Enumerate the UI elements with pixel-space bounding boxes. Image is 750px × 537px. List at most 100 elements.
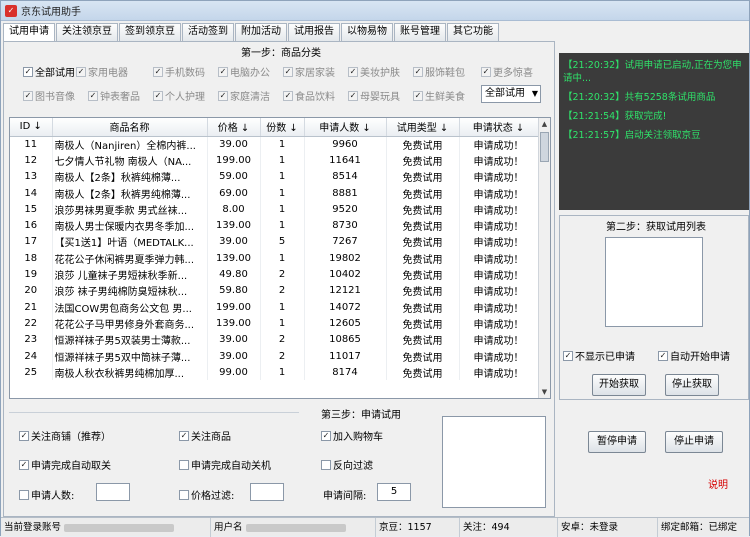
cell-status: 申请成功！ xyxy=(459,315,539,332)
window-title: 京东试用助手 xyxy=(21,7,81,18)
category-baby[interactable]: ✓ 母婴玩具 xyxy=(348,88,400,103)
auto-unfollow-checkbox[interactable]: ✓ 申请完成自动取关 xyxy=(19,457,111,472)
status-bar: 当前登录账号 用户名 京豆：1157 关注：494 安卓：未登录 绑定邮箱：已绑… xyxy=(1,517,749,537)
cell-id: 11 xyxy=(10,136,53,153)
tab-signin-beans[interactable]: 签到领京豆 xyxy=(119,23,181,41)
table-row[interactable]: 18 花花公子休闲裤男夏季弹力韩... 139.00 1 19802 免费试用 申请成功！ xyxy=(10,250,539,267)
table-row[interactable]: 20 浪莎 袜子男纯棉防臭短袜秋... 59.80 2 12121 免费试用 申请成功！ xyxy=(10,282,539,299)
category-appliance[interactable]: ✓ 家用电器 xyxy=(76,64,128,79)
tab-extra-activity[interactable]: 附加活动 xyxy=(235,23,287,41)
cell-name: 花花公子休闲裤男夏季弹力韩... xyxy=(52,250,208,267)
cell-id: 15 xyxy=(10,201,53,218)
app-window: ✓ 京东试用助手 试用申请 关注领京豆 签到领京豆 活动签到 附加活动 试用报告… xyxy=(0,0,750,537)
col-applicants[interactable]: 申请人数 ↓ xyxy=(304,118,387,137)
cell-status: 申请成功！ xyxy=(459,347,539,365)
category-select-value: 全部试用 xyxy=(485,88,525,99)
category-select[interactable]: 全部试用 ▼ xyxy=(481,85,541,103)
category-fresh[interactable]: ✓ 生鲜美食 xyxy=(413,88,465,103)
interval-input[interactable]: 5 xyxy=(377,483,411,501)
category-clothing[interactable]: ✓ 服饰鞋包 xyxy=(413,64,465,79)
tab-account[interactable]: 账号管理 xyxy=(394,23,446,41)
table-row[interactable]: 23 恒源祥袜子男5双装男士薄款... 39.00 2 10865 免费试用 申请成功！ xyxy=(10,331,539,348)
auto-shutdown-checkbox[interactable]: 申请完成自动关机 xyxy=(179,457,271,472)
category-personal-care[interactable]: ✓ 个人护理 xyxy=(153,88,205,103)
category-watches[interactable]: ✓ 钟表奢品 xyxy=(88,88,140,103)
auto-apply-checkbox[interactable]: ✓ 自动开始申请 xyxy=(658,348,730,363)
category-cleaning[interactable]: ✓ 家庭清洁 xyxy=(218,88,270,103)
cell-price: 139.00 xyxy=(207,250,261,267)
category-food[interactable]: ✓ 食品饮料 xyxy=(283,88,335,103)
step3-title: 第三步：申请试用 xyxy=(321,410,401,421)
cell-id: 24 xyxy=(10,347,53,365)
stop-apply-button[interactable]: 停止申请 xyxy=(665,431,723,453)
table-row[interactable]: 11 南极人（Nanjiren）全棉内裤... 39.00 1 9960 免费试用 申请成功… xyxy=(10,136,539,153)
col-id[interactable]: ID ↓ xyxy=(10,118,53,137)
reverse-filter-checkbox[interactable]: 反向过滤 xyxy=(321,457,373,472)
start-fetch-button[interactable]: 开始获取 xyxy=(592,374,646,396)
follow-product-checkbox[interactable]: ✓ 关注商品 xyxy=(179,428,231,443)
table-row[interactable]: 12 七夕情人节礼物 南极人（NA... 199.00 1 11641 免费试用 申请成功！ xyxy=(10,152,539,169)
category-home[interactable]: ✓ 家居家装 xyxy=(283,64,335,79)
log-line: 【21:21:57】启动关注领取京豆 xyxy=(563,130,701,141)
scroll-down-icon[interactable]: ▼ xyxy=(539,386,550,398)
cell-price: 59.00 xyxy=(207,168,261,185)
table-row[interactable]: 25 南极人秋衣秋裤男纯棉加厚... 99.00 1 8174 免费试用 申请成功！ xyxy=(10,364,539,381)
category-more[interactable]: ✓ 更多惊喜 xyxy=(481,64,533,79)
stop-fetch-button[interactable]: 停止获取 xyxy=(665,374,719,396)
table-row[interactable]: 15 浪莎男袜男夏季款 男式丝袜... 8.00 1 9520 免费试用 申请成功！ xyxy=(10,201,539,218)
category-beauty[interactable]: ✓ 美妆护肤 xyxy=(348,64,400,79)
title-bar: ✓ 京东试用助手 xyxy=(1,1,749,21)
category-books[interactable]: ✓ 图书音像 xyxy=(23,88,75,103)
cell-type: 免费试用 xyxy=(386,364,460,381)
col-type[interactable]: 试用类型 ↓ xyxy=(386,118,460,137)
col-name[interactable]: 商品名称 xyxy=(52,118,208,137)
add-cart-checkbox[interactable]: ✓ 加入购物车 xyxy=(321,428,383,443)
help-link[interactable]: 说明 xyxy=(708,476,728,491)
price-filter-checkbox[interactable]: 价格过滤: xyxy=(179,487,234,502)
tab-trial-report[interactable]: 试用报告 xyxy=(288,23,340,41)
col-quantity[interactable]: 份数 ↓ xyxy=(260,118,305,137)
notes-box[interactable] xyxy=(442,416,546,508)
table-row[interactable]: 19 浪莎 儿童袜子男短袜秋季新... 49.80 2 10402 免费试用 申请成功！ xyxy=(10,266,539,283)
tab-trial-apply[interactable]: 试用申请 xyxy=(3,23,55,42)
price-filter-input[interactable] xyxy=(250,483,284,501)
category-phone[interactable]: ✓ 手机数码 xyxy=(153,64,205,79)
table-row[interactable]: 17 【买1送1】叶语（MEDTALK... 39.00 5 7267 免费试用 申请成功！ xyxy=(10,233,539,251)
applicants-filter-checkbox[interactable]: 申请人数: xyxy=(19,487,74,502)
table-row[interactable]: 16 南极人男士保暖内衣男冬季加... 139.00 1 8730 免费试用 申请成功！ xyxy=(10,217,539,234)
cell-status: 申请成功！ xyxy=(459,233,539,251)
tab-other[interactable]: 其它功能 xyxy=(447,23,499,41)
table-row[interactable]: 22 花花公子马甲男修身外套商务... 139.00 1 12605 免费试用 申请成功！ xyxy=(10,315,539,332)
cell-status: 申请成功！ xyxy=(459,250,539,267)
col-price[interactable]: 价格 ↓ xyxy=(207,118,261,137)
cell-type: 免费试用 xyxy=(386,266,460,283)
applicants-input[interactable] xyxy=(96,483,130,501)
cell-type: 免费试用 xyxy=(386,298,460,316)
hide-applied-checkbox[interactable]: ✓ 不显示已申请 xyxy=(563,348,635,363)
table-header-row: ID ↓ 商品名称 价格 ↓ 份数 ↓ 申请人数 ↓ 试用类型 ↓ 申请状态 ↓ xyxy=(10,118,539,137)
table-scrollbar[interactable]: ▲ ▼ xyxy=(538,118,550,398)
table-row[interactable]: 13 南极人【2条】秋裤纯棉薄... 59.00 1 8514 免费试用 申请成功！ xyxy=(10,168,539,185)
cell-quantity: 2 xyxy=(260,282,305,299)
scroll-up-icon[interactable]: ▲ xyxy=(539,118,550,130)
cell-applicants: 12605 xyxy=(304,315,387,332)
follow-shop-checkbox[interactable]: ✓ 关注商铺（推荐） xyxy=(19,428,111,443)
pause-apply-button[interactable]: 暂停申请 xyxy=(588,431,646,453)
cell-name: 七夕情人节礼物 南极人（NA... xyxy=(52,152,208,169)
cell-quantity: 1 xyxy=(260,250,305,267)
tab-activity-signin[interactable]: 活动签到 xyxy=(182,23,234,41)
table-row[interactable]: 24 恒源祥袜子男5双中筒袜子薄... 39.00 2 11017 免费试用 申请成功！ xyxy=(10,347,539,365)
status-username: 用户名 xyxy=(211,518,376,537)
col-status[interactable]: 申请状态 ↓ xyxy=(459,118,539,137)
cell-applicants: 12121 xyxy=(304,282,387,299)
category-computer[interactable]: ✓ 电脑办公 xyxy=(218,64,270,79)
category-all[interactable]: ✓ 全部试用 xyxy=(23,64,75,79)
table-row[interactable]: 21 法国COW男包商务公文包 男... 199.00 1 14072 免费试用 申请成功！ xyxy=(10,298,539,316)
table-row[interactable]: 14 南极人【2条】秋裤男纯棉薄... 69.00 1 8881 免费试用 申请成功！ xyxy=(10,184,539,202)
scroll-thumb[interactable] xyxy=(540,132,549,162)
tab-barter[interactable]: 以物易物 xyxy=(341,23,393,41)
cell-type: 免费试用 xyxy=(386,282,460,299)
cell-status: 申请成功！ xyxy=(459,331,539,348)
tab-follow-beans[interactable]: 关注领京豆 xyxy=(56,23,118,41)
cell-price: 199.00 xyxy=(207,152,261,169)
